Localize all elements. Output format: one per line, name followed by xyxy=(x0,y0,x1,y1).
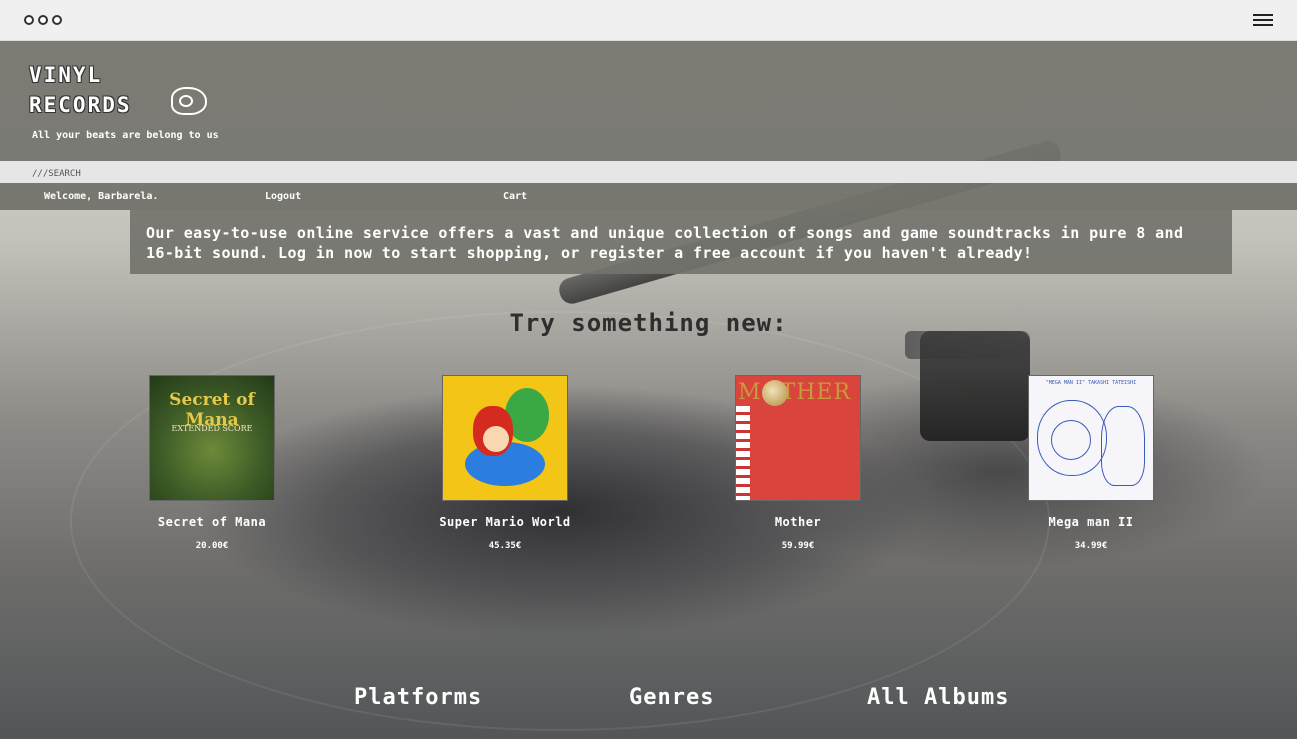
browser-toolbar xyxy=(0,0,1297,41)
cover-art-face xyxy=(1051,420,1091,460)
window-dots-icon[interactable] xyxy=(24,15,62,25)
intro-banner: Our easy-to-use online service offers a … xyxy=(130,210,1232,274)
product-price: 34.99€ xyxy=(1074,541,1108,551)
page: VINYL RECORDS All your beats are belong … xyxy=(0,41,1297,739)
cover-art-face xyxy=(483,426,509,452)
logo-text-line1[interactable]: VINYL xyxy=(29,63,102,87)
globe-icon xyxy=(762,380,788,406)
cart-link[interactable]: Cart xyxy=(503,191,527,202)
album-cover[interactable]: "MEGA MAN II" TAKASHI TATEISHI xyxy=(1028,375,1154,501)
product-name[interactable]: Super Mario World xyxy=(415,515,595,529)
product-name[interactable]: Mother xyxy=(708,515,888,529)
cover-title: "MEGA MAN II" TAKASHI TATEISHI xyxy=(1045,380,1137,386)
product-card-super-mario-world[interactable]: Super Mario World 45.35€ xyxy=(415,375,595,551)
vinyl-logo-icon[interactable] xyxy=(171,87,207,115)
cover-title: MOTHER xyxy=(738,380,852,405)
search-input[interactable] xyxy=(0,163,1297,185)
hamburger-line xyxy=(1253,14,1273,16)
logout-link[interactable]: Logout xyxy=(265,191,301,202)
cover-obi-strip xyxy=(736,406,750,500)
window-dot xyxy=(24,15,34,25)
album-cover[interactable]: MOTHER xyxy=(735,375,861,501)
cover-subtitle: EXTENDED SCORE xyxy=(171,424,253,433)
album-cover[interactable]: Secret of Mana EXTENDED SCORE xyxy=(149,375,275,501)
album-cover[interactable] xyxy=(442,375,568,501)
genres-link[interactable]: Genres xyxy=(629,685,714,710)
welcome-text: Welcome, Barbarela. xyxy=(44,191,159,202)
window-dot xyxy=(52,15,62,25)
all-albums-link[interactable]: All Albums xyxy=(867,685,1009,710)
window-dot xyxy=(38,15,48,25)
product-name[interactable]: Mega man II xyxy=(1001,515,1181,529)
platforms-link[interactable]: Platforms xyxy=(354,685,482,710)
product-price: 20.00€ xyxy=(195,541,229,551)
featured-title: Try something new: xyxy=(509,309,788,337)
hamburger-line xyxy=(1253,19,1273,21)
logo-text-line2[interactable]: RECORDS xyxy=(29,93,132,117)
site-header: VINYL RECORDS All your beats are belong … xyxy=(0,41,1297,161)
search-bar xyxy=(0,161,1297,185)
product-price: 45.35€ xyxy=(488,541,522,551)
tagline: All your beats are belong to us xyxy=(32,130,219,141)
hamburger-icon[interactable] xyxy=(1253,14,1273,28)
product-card-mother[interactable]: MOTHER Mother 59.99€ xyxy=(708,375,888,551)
product-card-mega-man-ii[interactable]: "MEGA MAN II" TAKASHI TATEISHI Mega man … xyxy=(1001,375,1181,551)
product-price: 59.99€ xyxy=(781,541,815,551)
user-nav: Welcome, Barbarela. Logout Cart xyxy=(0,183,1297,210)
product-card-secret-of-mana[interactable]: Secret of Mana EXTENDED SCORE Secret of … xyxy=(122,375,302,551)
hamburger-line xyxy=(1253,24,1273,26)
cover-art-buster xyxy=(1101,406,1145,486)
product-name[interactable]: Secret of Mana xyxy=(122,515,302,529)
